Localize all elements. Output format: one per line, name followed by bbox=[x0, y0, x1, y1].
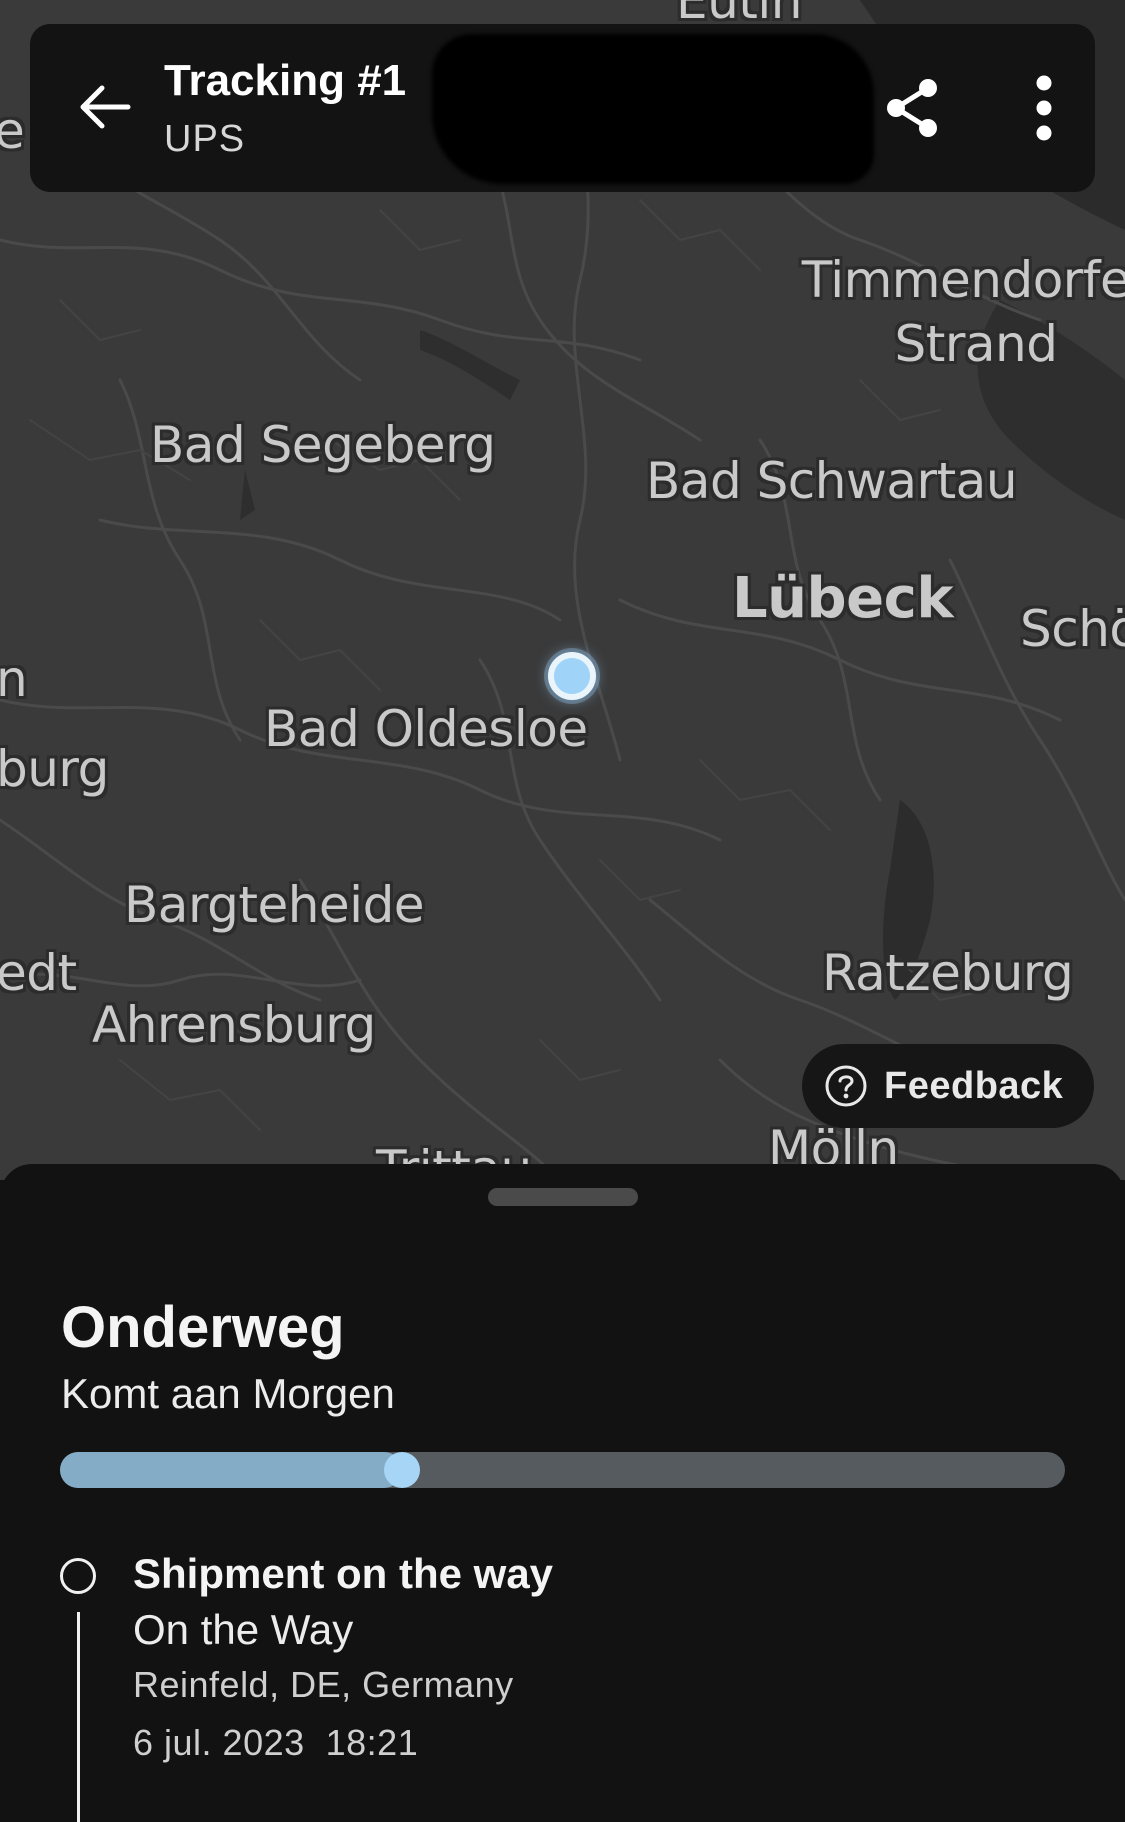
shipment-status: Onderweg bbox=[61, 1295, 345, 1360]
map-label-ahrensburg: Ahrensburg bbox=[92, 996, 376, 1054]
estimated-arrival: Komt aan Morgen bbox=[61, 1370, 395, 1417]
map-label-n: n bbox=[0, 650, 28, 708]
page-title: Tracking #1 bbox=[164, 56, 407, 105]
map-label-lubeck: Lübeck bbox=[732, 566, 954, 631]
share-icon bbox=[882, 76, 942, 145]
timeline-line bbox=[77, 1612, 80, 1822]
more-options-button[interactable] bbox=[1006, 72, 1082, 148]
more-vertical-icon bbox=[1034, 75, 1054, 146]
map-label-edt: edt bbox=[0, 944, 77, 1002]
share-button[interactable] bbox=[874, 72, 950, 148]
feedback-label: Feedback bbox=[884, 1064, 1064, 1107]
delivery-progress-bar bbox=[60, 1452, 1065, 1488]
carrier-name: UPS bbox=[164, 118, 246, 160]
map-label-bargteheide: Bargteheide bbox=[124, 876, 425, 934]
map-label-ratzeburg: Ratzeburg bbox=[822, 944, 1074, 1002]
tracking-header: Tracking #1 UPS bbox=[30, 24, 1095, 192]
sheet-drag-handle[interactable] bbox=[488, 1188, 638, 1206]
progress-indicator bbox=[383, 1452, 420, 1488]
map-label-bad-segeberg: Bad Segeberg bbox=[150, 416, 496, 474]
event-title: Shipment on the way bbox=[133, 1550, 554, 1597]
event-time: 6 jul. 2023 18:21 bbox=[133, 1722, 419, 1763]
arrow-left-icon bbox=[78, 84, 132, 135]
map-label-e: e bbox=[0, 102, 25, 160]
map-label-timmendorfer-strand: Timmendorfer Strand bbox=[801, 251, 1125, 373]
current-location-marker[interactable] bbox=[548, 652, 596, 700]
feedback-button[interactable]: Feedback bbox=[802, 1044, 1094, 1128]
event-status: On the Way bbox=[133, 1606, 354, 1653]
map-label-bad-oldesloe: Bad Oldesloe bbox=[264, 700, 588, 758]
progress-fill bbox=[60, 1452, 402, 1488]
map-label-bad-schwartau: Bad Schwartau bbox=[646, 452, 1018, 510]
event-location: Reinfeld, DE, Germany bbox=[133, 1664, 514, 1705]
redacted-area bbox=[432, 34, 874, 184]
timeline-node bbox=[60, 1558, 96, 1594]
help-circle-icon bbox=[824, 1064, 868, 1108]
back-button[interactable] bbox=[70, 74, 140, 144]
map-label-scho: Schö bbox=[1020, 600, 1125, 658]
map-label-burg: burg bbox=[0, 740, 109, 798]
